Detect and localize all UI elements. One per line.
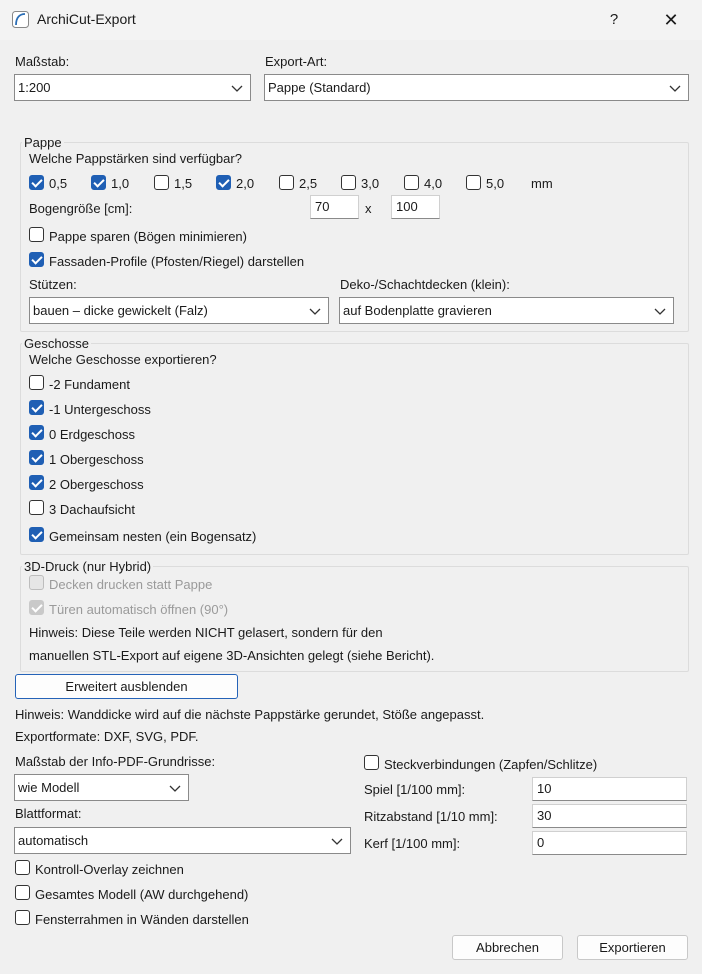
checkbox-thickness-5-0[interactable]	[466, 175, 481, 190]
massstab-value: 1:200	[18, 80, 51, 95]
checkbox-geschoss-untergeschoss[interactable]	[29, 400, 44, 415]
checkbox-geschoss-obergeschoss-2[interactable]	[29, 475, 44, 490]
bogen-width-input[interactable]: 70	[310, 195, 359, 219]
hint-wanddicke: Hinweis: Wanddicke wird auf die nächste …	[15, 707, 485, 722]
ritz-label: Ritzabstand [1/10 mm]:	[364, 809, 498, 824]
kerf-input[interactable]: 0	[532, 831, 687, 855]
checkbox-fensterrahmen[interactable]	[15, 910, 30, 925]
chevron-down-icon	[654, 308, 666, 315]
checkbox-kontroll-overlay[interactable]	[15, 860, 30, 875]
tueren-oeffnen-label: Türen automatisch öffnen (90°)	[49, 602, 229, 617]
thickness-label: 2,5	[299, 176, 318, 191]
exportieren-button[interactable]: Exportieren	[577, 935, 688, 960]
chevron-down-icon	[669, 85, 681, 92]
decken-drucken-label: Decken drucken statt Pappe	[49, 577, 213, 592]
chevron-down-icon	[331, 838, 343, 845]
geschoss-label: -2 Fundament	[49, 377, 130, 392]
checkbox-geschoss-obergeschoss-1[interactable]	[29, 450, 44, 465]
checkbox-steckverbindungen[interactable]	[364, 755, 379, 770]
app-icon	[12, 11, 29, 28]
bogen-label: Bogengröße [cm]:	[29, 201, 133, 216]
kerf-label: Kerf [1/100 mm]:	[364, 836, 461, 851]
druck-hint-line-1: Hinweis: Diese Teile werden NICHT gelase…	[29, 625, 383, 640]
window-title: ArchiCut-Export	[37, 11, 136, 27]
blatt-value: automatisch	[18, 833, 89, 848]
geschoss-label: 1 Obergeschoss	[49, 452, 144, 467]
druck-group-title: 3D-Druck (nur Hybrid)	[22, 559, 154, 574]
deko-label: Deko-/Schachtdecken (klein):	[340, 277, 510, 292]
checkbox-thickness-2-5[interactable]	[279, 175, 294, 190]
geschoss-label: 3 Dachaufsicht	[49, 502, 135, 517]
checkbox-decken-drucken[interactable]	[29, 575, 44, 590]
unit-label: mm	[531, 176, 553, 191]
thickness-label: 5,0	[486, 176, 505, 191]
blatt-select[interactable]: automatisch	[14, 827, 351, 854]
chevron-down-icon	[231, 85, 243, 92]
thickness-label: 0,5	[49, 176, 68, 191]
pappe-sparen-label: Pappe sparen (Bögen minimieren)	[49, 229, 247, 244]
stuetzen-value: bauen – dicke gewickelt (Falz)	[33, 303, 208, 318]
info-pdf-select[interactable]: wie Modell	[14, 774, 189, 801]
checkbox-gesamtes-modell[interactable]	[15, 885, 30, 900]
close-button[interactable]: ✕	[656, 6, 686, 34]
checkbox-tueren-oeffnen[interactable]	[29, 600, 44, 615]
thickness-label: 1,5	[174, 176, 193, 191]
deko-select[interactable]: auf Bodenplatte gravieren	[339, 297, 674, 324]
thickness-label: 2,0	[236, 176, 255, 191]
geschosse-question: Welche Geschosse exportieren?	[29, 352, 217, 367]
export-art-value: Pappe (Standard)	[268, 80, 371, 95]
deko-value: auf Bodenplatte gravieren	[343, 303, 492, 318]
thickness-label: 3,0	[361, 176, 380, 191]
checkbox-pappe-sparen[interactable]	[29, 227, 44, 242]
checkbox-thickness-4-0[interactable]	[404, 175, 419, 190]
checkbox-geschoss-erdgeschoss[interactable]	[29, 425, 44, 440]
gesamtes-modell-label: Gesamtes Modell (AW durchgehend)	[35, 887, 249, 902]
checkbox-thickness-3-0[interactable]	[341, 175, 356, 190]
help-button[interactable]: ?	[600, 6, 628, 34]
thickness-label: 4,0	[424, 176, 443, 191]
druck-hint-line-2: manuellen STL-Export auf eigene 3D-Ansic…	[29, 648, 435, 663]
thickness-label: 1,0	[111, 176, 130, 191]
kontroll-overlay-label: Kontroll-Overlay zeichnen	[35, 862, 184, 877]
checkbox-geschoss-fundament[interactable]	[29, 375, 44, 390]
chevron-down-icon	[169, 785, 181, 792]
export-art-select[interactable]: Pappe (Standard)	[264, 74, 689, 101]
spiel-input[interactable]: 10	[532, 777, 687, 801]
checkbox-thickness-2-0[interactable]	[216, 175, 231, 190]
pappe-question: Welche Pappstärken sind verfügbar?	[29, 151, 242, 166]
blatt-label: Blattformat:	[15, 806, 82, 821]
checkbox-geschoss-dachaufsicht[interactable]	[29, 500, 44, 515]
geschosse-group	[20, 343, 689, 555]
checkbox-thickness-0-5[interactable]	[29, 175, 44, 190]
checkbox-fassaden-profile[interactable]	[29, 252, 44, 267]
checkbox-thickness-1-0[interactable]	[91, 175, 106, 190]
info-pdf-label: Maßstab der Info-PDF-Grundrisse:	[15, 754, 216, 769]
ritz-input[interactable]: 30	[532, 804, 687, 828]
geschoss-label: 2 Obergeschoss	[49, 477, 144, 492]
chevron-down-icon	[309, 308, 321, 315]
geschosse-group-title: Geschosse	[22, 336, 92, 351]
steckverbindungen-label: Steckverbindungen (Zapfen/Schlitze)	[384, 757, 598, 772]
checkbox-thickness-1-5[interactable]	[154, 175, 169, 190]
geschoss-label: 0 Erdgeschoss	[49, 427, 135, 442]
export-art-label: Export-Art:	[265, 54, 328, 69]
erweitert-ausblenden-button[interactable]: Erweitert ausblenden	[15, 674, 238, 699]
massstab-label: Maßstab:	[15, 54, 70, 69]
bogen-height-input[interactable]: 100	[391, 195, 440, 219]
fensterrahmen-label: Fensterrahmen in Wänden darstellen	[35, 912, 249, 927]
stuetzen-label: Stützen:	[29, 277, 77, 292]
pappe-group-title: Pappe	[22, 135, 64, 150]
info-pdf-value: wie Modell	[18, 780, 80, 795]
fassaden-label: Fassaden-Profile (Pfosten/Riegel) darste…	[49, 254, 305, 269]
stuetzen-select[interactable]: bauen – dicke gewickelt (Falz)	[29, 297, 329, 324]
hint-exportformate: Exportformate: DXF, SVG, PDF.	[15, 729, 199, 744]
gemeinsam-nesten-label: Gemeinsam nesten (ein Bogensatz)	[49, 529, 257, 544]
massstab-select[interactable]: 1:200	[14, 74, 251, 101]
abbrechen-button[interactable]: Abbrechen	[452, 935, 563, 960]
geschoss-label: -1 Untergeschoss	[49, 402, 151, 417]
checkbox-gemeinsam-nesten[interactable]	[29, 527, 44, 542]
spiel-label: Spiel [1/100 mm]:	[364, 782, 466, 797]
bogen-x-label: x	[365, 201, 372, 216]
